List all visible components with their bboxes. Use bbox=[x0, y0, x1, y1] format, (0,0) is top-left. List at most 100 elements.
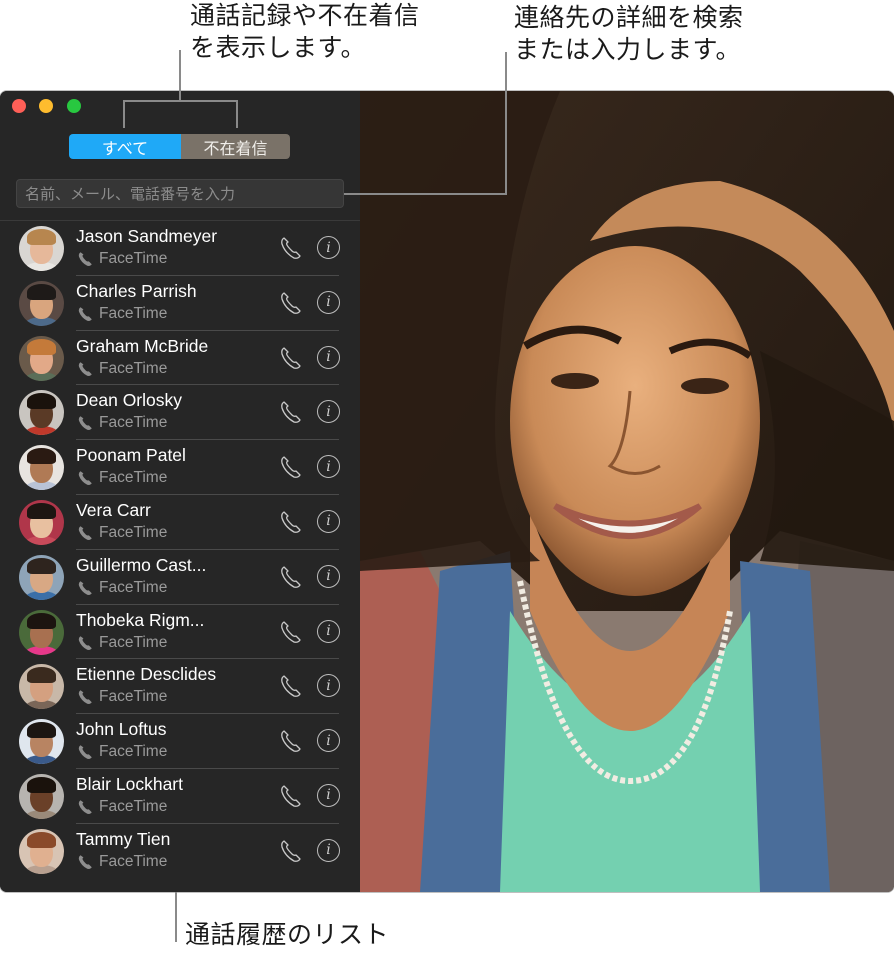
phone-filled-icon bbox=[78, 745, 92, 760]
call-list-row[interactable]: Jason Sandmeyer FaceTime i bbox=[0, 221, 360, 276]
phone-icon bbox=[281, 237, 301, 259]
leader-line bbox=[179, 50, 181, 100]
call-type: FaceTime bbox=[76, 743, 167, 761]
call-list-row[interactable]: Thobeka Rigm... FaceTime i bbox=[0, 605, 360, 660]
leader-line bbox=[175, 892, 177, 942]
phone-icon bbox=[281, 785, 301, 807]
callout-search: 連絡先の詳細を検索 または入力します。 bbox=[514, 2, 744, 66]
call-type-label: FaceTime bbox=[99, 633, 168, 651]
call-type-label: FaceTime bbox=[99, 304, 168, 322]
call-button[interactable] bbox=[279, 290, 303, 316]
tab-missed[interactable]: 不在着信 bbox=[181, 134, 290, 159]
avatar-hair bbox=[27, 393, 56, 410]
avatar-hair bbox=[27, 831, 56, 848]
call-type-label: FaceTime bbox=[99, 688, 168, 706]
info-button[interactable]: i bbox=[317, 290, 340, 314]
leader-line bbox=[123, 100, 125, 128]
avatar bbox=[19, 445, 64, 491]
contact-name: Thobeka Rigm... bbox=[76, 609, 205, 630]
contact-name: Vera Carr bbox=[76, 499, 151, 520]
callout-text-line: を表示します。 bbox=[190, 33, 367, 62]
info-button[interactable]: i bbox=[317, 455, 340, 479]
avatar-hair bbox=[27, 557, 56, 574]
call-button[interactable] bbox=[279, 399, 303, 425]
call-button[interactable] bbox=[279, 454, 303, 480]
contact-name: Charles Parrish bbox=[76, 280, 197, 301]
avatar bbox=[19, 335, 64, 381]
leader-line bbox=[344, 193, 507, 195]
call-button[interactable] bbox=[279, 509, 303, 535]
contact-name: Etienne Desclides bbox=[76, 664, 217, 685]
leader-line bbox=[123, 100, 237, 102]
call-list-row[interactable]: Charles Parrish FaceTime i bbox=[0, 276, 360, 331]
call-type-label: FaceTime bbox=[99, 797, 168, 815]
maximize-button[interactable] bbox=[67, 99, 81, 113]
phone-icon bbox=[281, 620, 301, 643]
call-list-row[interactable]: Tammy Tien FaceTime i bbox=[0, 824, 360, 879]
info-icon: i bbox=[326, 732, 331, 749]
call-button[interactable] bbox=[279, 783, 303, 809]
call-button[interactable] bbox=[279, 345, 303, 371]
avatar bbox=[19, 664, 64, 710]
info-icon: i bbox=[326, 403, 331, 420]
info-button[interactable]: i bbox=[317, 619, 340, 643]
call-history-list: Jason Sandmeyer FaceTime i Charles Parri… bbox=[0, 221, 360, 879]
phone-icon bbox=[281, 346, 301, 369]
info-button[interactable]: i bbox=[317, 674, 340, 698]
info-button[interactable]: i bbox=[317, 838, 340, 862]
info-icon: i bbox=[326, 677, 331, 694]
avatar bbox=[19, 226, 64, 271]
avatar bbox=[19, 773, 64, 819]
call-list-row[interactable]: Graham McBride FaceTime i bbox=[0, 331, 360, 386]
info-icon: i bbox=[326, 513, 331, 530]
info-button[interactable]: i bbox=[317, 236, 340, 259]
avatar-hair bbox=[27, 502, 56, 519]
info-button[interactable]: i bbox=[317, 783, 340, 807]
call-type-label: FaceTime bbox=[99, 852, 168, 870]
call-list-row[interactable]: John Loftus FaceTime i bbox=[0, 714, 360, 769]
info-button[interactable]: i bbox=[317, 564, 340, 588]
info-button[interactable]: i bbox=[317, 345, 340, 369]
video-preview bbox=[360, 91, 894, 892]
info-button[interactable]: i bbox=[317, 729, 340, 753]
call-button[interactable] bbox=[279, 838, 303, 864]
contact-name: Graham McBride bbox=[76, 335, 209, 356]
call-list-row[interactable]: Etienne Desclides FaceTime i bbox=[0, 659, 360, 715]
call-list-row[interactable]: Poonam Patel FaceTime i bbox=[0, 440, 360, 495]
call-list-row[interactable]: Vera Carr FaceTime i bbox=[0, 495, 360, 550]
call-button[interactable] bbox=[279, 564, 303, 590]
face-shape bbox=[510, 246, 760, 596]
info-button[interactable]: i bbox=[317, 509, 340, 533]
contact-name: Dean Orlosky bbox=[76, 390, 183, 411]
video-feed-image bbox=[360, 91, 894, 892]
call-type: FaceTime bbox=[76, 305, 167, 323]
search-field[interactable] bbox=[16, 179, 344, 208]
call-type-label: FaceTime bbox=[99, 578, 168, 596]
minimize-button[interactable] bbox=[39, 99, 53, 113]
call-type: FaceTime bbox=[76, 469, 167, 487]
call-button[interactable] bbox=[279, 673, 303, 699]
call-button[interactable] bbox=[279, 619, 303, 645]
call-list-row[interactable]: Guillermo Cast... FaceTime i bbox=[0, 550, 360, 605]
phone-filled-icon bbox=[78, 471, 92, 486]
call-list-row[interactable]: Blair Lockhart FaceTime i bbox=[0, 769, 360, 824]
call-type: FaceTime bbox=[76, 250, 167, 268]
search-input[interactable] bbox=[25, 184, 335, 203]
phone-icon bbox=[281, 840, 301, 862]
contact-name: John Loftus bbox=[76, 719, 167, 740]
call-list-row[interactable]: Dean Orlosky FaceTime i bbox=[0, 385, 360, 441]
info-icon: i bbox=[326, 787, 331, 804]
phone-filled-icon bbox=[78, 635, 92, 650]
callout-text-line: または入力します。 bbox=[514, 35, 742, 64]
phone-icon bbox=[281, 292, 301, 314]
info-button[interactable]: i bbox=[317, 400, 340, 424]
avatar-hair bbox=[27, 776, 56, 793]
contact-name: Poonam Patel bbox=[76, 445, 186, 466]
phone-icon bbox=[281, 401, 301, 424]
avatar-hair bbox=[27, 448, 56, 465]
tab-all[interactable]: すべて bbox=[69, 134, 181, 159]
call-button[interactable] bbox=[279, 235, 303, 261]
call-button[interactable] bbox=[279, 728, 303, 754]
phone-icon bbox=[281, 511, 301, 533]
close-button[interactable] bbox=[12, 99, 26, 113]
